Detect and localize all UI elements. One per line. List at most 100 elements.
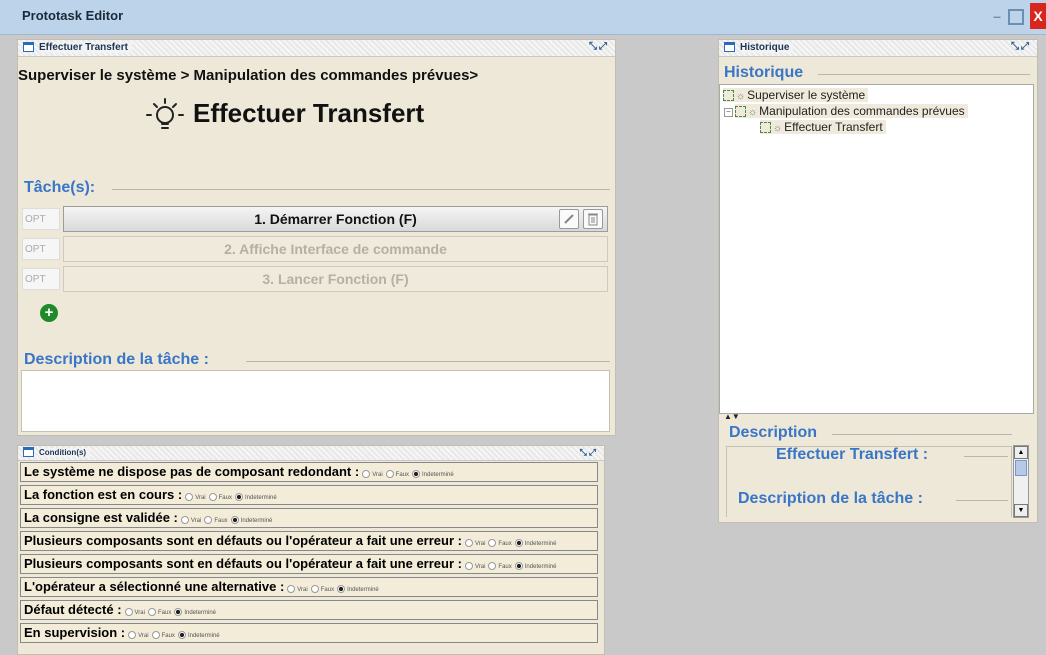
condition-radio-option[interactable]: Indeterminé bbox=[514, 539, 556, 548]
condition-radio-option[interactable]: Vrai bbox=[128, 631, 149, 640]
radio-icon[interactable] bbox=[177, 631, 186, 640]
condition-radio-option[interactable]: Faux bbox=[488, 562, 512, 571]
condition-label: L'opérateur a sélectionné une alternativ… bbox=[24, 579, 285, 594]
trash-icon[interactable] bbox=[583, 209, 603, 229]
task-panel-title: Effectuer Transfert bbox=[39, 42, 132, 53]
history-desc-task: Effectuer Transfert : bbox=[776, 446, 929, 463]
add-task-button[interactable]: + bbox=[40, 304, 58, 322]
edit-icon[interactable] bbox=[559, 209, 579, 229]
radio-label: Faux bbox=[395, 472, 409, 478]
condition-label: En supervision : bbox=[24, 625, 126, 640]
radio-label: Faux bbox=[157, 610, 172, 616]
radio-icon[interactable] bbox=[124, 608, 133, 617]
tasks-group-line bbox=[112, 189, 610, 190]
condition-radio-option[interactable]: Indeterminé bbox=[337, 585, 379, 594]
minimize-icon[interactable]: – bbox=[988, 7, 1006, 25]
maximize-icon[interactable] bbox=[1008, 9, 1024, 25]
history-desc-line bbox=[832, 434, 1012, 435]
breadcrumb: Superviser le système > Manipulation des… bbox=[18, 67, 479, 84]
radio-label: Vrai bbox=[372, 472, 383, 478]
radio-icon[interactable] bbox=[464, 562, 473, 571]
radio-icon[interactable] bbox=[147, 608, 156, 617]
tree-item-2[interactable]: ☼ Manipulation des commandes prévues bbox=[735, 104, 968, 118]
radio-icon[interactable] bbox=[412, 470, 420, 479]
task-button-1[interactable]: 1. Démarrer Fonction (F) bbox=[63, 206, 608, 232]
radio-label: Faux bbox=[498, 564, 512, 570]
radio-icon[interactable] bbox=[234, 493, 243, 502]
radio-label: Vrai bbox=[474, 541, 486, 547]
condition-radio-option[interactable]: Vrai bbox=[287, 585, 308, 594]
radio-label: Indeterminé bbox=[524, 564, 557, 570]
close-icon[interactable]: X bbox=[1030, 3, 1046, 29]
task-opt-1: OPT bbox=[22, 208, 60, 230]
tree-node-icon bbox=[723, 90, 734, 102]
panel-dock-icons[interactable]: ⤡⤢ bbox=[589, 41, 609, 52]
condition-radio-option[interactable]: Vrai bbox=[185, 493, 206, 502]
radio-icon[interactable] bbox=[385, 470, 394, 479]
radio-icon[interactable] bbox=[208, 493, 217, 502]
condition-radio-option[interactable]: Faux bbox=[147, 608, 172, 617]
tree-expander[interactable]: – bbox=[724, 108, 733, 117]
radio-label: Faux bbox=[214, 518, 228, 524]
task-button-2[interactable]: 2. Affiche Interface de commande bbox=[63, 236, 608, 262]
radio-icon[interactable] bbox=[180, 516, 189, 525]
tree-item-1-label: Superviser le système bbox=[747, 88, 866, 102]
condition-radio-option[interactable]: Indeterminé bbox=[174, 608, 217, 617]
task-button-3[interactable]: 3. Lancer Fonction (F) bbox=[63, 266, 608, 292]
radio-icon[interactable] bbox=[464, 539, 473, 548]
scroll-down-arrow[interactable]: ▼ bbox=[1014, 504, 1028, 517]
description-group-line bbox=[246, 361, 610, 362]
condition-radio-option[interactable]: Faux bbox=[385, 470, 409, 479]
description-label: Description de la tâche : bbox=[24, 351, 209, 368]
condition-radio-option[interactable]: Faux bbox=[204, 516, 228, 525]
radio-label: Vrai bbox=[138, 633, 149, 639]
condition-radio-option[interactable]: Faux bbox=[310, 585, 334, 594]
history-tree[interactable]: ☼ Superviser le système – ☼ Manipulation d… bbox=[719, 84, 1034, 414]
radio-icon[interactable] bbox=[287, 585, 296, 594]
panel-dock-icons[interactable]: ⤡⤢ bbox=[1011, 41, 1031, 52]
condition-radio-option[interactable]: Indeterminé bbox=[230, 516, 272, 525]
scroll-thumb[interactable] bbox=[1015, 460, 1027, 476]
condition-radio-option[interactable]: Vrai bbox=[180, 516, 201, 525]
splitter-arrows[interactable]: ▲▼ bbox=[724, 412, 740, 421]
scroll-up-arrow[interactable]: ▲ bbox=[1014, 446, 1028, 459]
radio-icon[interactable] bbox=[362, 470, 371, 479]
history-panel-header: Historique ⤡⤢ bbox=[719, 40, 1037, 57]
radio-icon[interactable] bbox=[488, 562, 497, 571]
panel-dock-icons[interactable]: ⤡⤢ bbox=[580, 447, 598, 458]
tree-item-3[interactable]: ☼ Effectuer Transfert bbox=[760, 120, 886, 134]
history-group-line bbox=[818, 74, 1030, 75]
tree-item-1[interactable]: ☼ Superviser le système bbox=[723, 88, 869, 102]
condition-row: La fonction est en cours : Vrai Faux Indete… bbox=[20, 485, 598, 505]
radio-icon[interactable] bbox=[151, 631, 160, 640]
condition-radio-option[interactable]: Vrai bbox=[124, 608, 145, 617]
condition-radio-option[interactable]: Indeterminé bbox=[412, 470, 454, 479]
condition-radio-option[interactable]: Faux bbox=[208, 493, 232, 502]
history-desc-scrollbar[interactable]: ▲ ▼ bbox=[1013, 445, 1029, 518]
radio-icon[interactable] bbox=[174, 608, 183, 617]
radio-label: Indeterminé bbox=[184, 610, 217, 616]
radio-icon[interactable] bbox=[514, 539, 523, 548]
panel-window-icon bbox=[724, 42, 735, 52]
radio-icon[interactable] bbox=[204, 516, 213, 525]
radio-icon[interactable] bbox=[128, 631, 137, 640]
window-titlebar: Prototask Editor – X bbox=[0, 0, 1046, 35]
condition-row: La consigne est validée : Vrai Faux Indeter… bbox=[20, 508, 598, 528]
radio-icon[interactable] bbox=[488, 539, 497, 548]
description-textarea[interactable] bbox=[21, 370, 610, 432]
condition-radio-option[interactable]: Vrai bbox=[362, 470, 383, 479]
radio-icon[interactable] bbox=[337, 585, 346, 594]
condition-radio-option[interactable]: Indeterminé bbox=[514, 562, 557, 571]
condition-radio-option[interactable]: Vrai bbox=[464, 562, 485, 571]
radio-label: Faux bbox=[498, 541, 512, 547]
condition-radio-option[interactable]: Indeterminé bbox=[234, 493, 277, 502]
radio-icon[interactable] bbox=[185, 493, 194, 502]
condition-radio-option[interactable]: Faux bbox=[151, 631, 175, 640]
radio-icon[interactable] bbox=[514, 562, 523, 571]
radio-icon[interactable] bbox=[310, 585, 319, 594]
condition-radio-option[interactable]: Vrai bbox=[464, 539, 486, 548]
condition-radio-option[interactable]: Faux bbox=[488, 539, 512, 548]
condition-label: La consigne est validée : bbox=[24, 510, 178, 525]
radio-icon[interactable] bbox=[230, 516, 239, 525]
condition-radio-option[interactable]: Indeterminé bbox=[177, 631, 220, 640]
